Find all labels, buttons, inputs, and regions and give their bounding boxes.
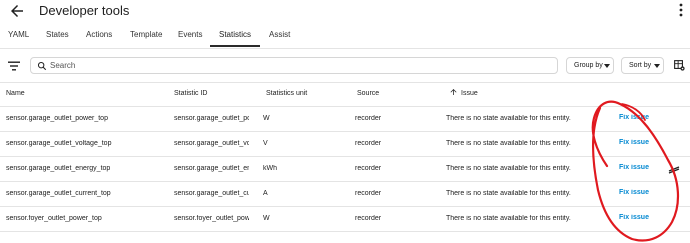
- tab-assist[interactable]: Assist: [269, 30, 290, 39]
- page-title: Developer tools: [39, 3, 130, 18]
- column-header-statistic-id[interactable]: Statistic ID: [174, 90, 207, 97]
- menu-down-icon: [654, 64, 660, 68]
- cell-statistic-id: sensor.garage_outlet_volt...: [174, 140, 249, 147]
- cell-source: recorder: [355, 190, 382, 197]
- divider: [0, 48, 690, 49]
- tab-statistics[interactable]: Statistics: [219, 30, 251, 39]
- fix-issue-button[interactable]: Fix issue: [619, 139, 659, 146]
- arrow-up-icon[interactable]: [449, 87, 458, 97]
- top-app-bar: Developer tools: [0, 0, 690, 24]
- cell-unit: kWh: [263, 165, 277, 172]
- table-cog-icon[interactable]: [674, 60, 685, 71]
- active-tab-indicator: [210, 45, 260, 47]
- search-input[interactable]: [50, 59, 550, 72]
- cell-source: recorder: [355, 215, 382, 222]
- table-row[interactable]: sensor.garage_outlet_voltage_top sensor.…: [0, 132, 690, 157]
- cell-issue: There is no state available for this ent…: [446, 190, 571, 197]
- group-by-dropdown[interactable]: Group by: [566, 57, 614, 74]
- column-header-name[interactable]: Name: [6, 90, 25, 97]
- cell-unit: A: [263, 190, 268, 197]
- cell-name: sensor.foyer_outlet_power_top: [6, 215, 102, 222]
- cell-name: sensor.garage_outlet_current_top: [6, 190, 111, 197]
- table-row[interactable]: sensor.garage_outlet_power_top sensor.ga…: [0, 107, 690, 132]
- sort-by-dropdown[interactable]: Sort by: [621, 57, 664, 74]
- sort-by-label: Sort by: [629, 62, 652, 69]
- cell-issue: There is no state available for this ent…: [446, 115, 571, 122]
- filter-variant-icon[interactable]: [7, 60, 21, 72]
- search-field[interactable]: [30, 57, 558, 74]
- table-header: Name Statistic ID Statistics unit Source…: [0, 83, 690, 107]
- column-header-unit[interactable]: Statistics unit: [266, 90, 307, 97]
- cell-issue: There is no state available for this ent…: [446, 140, 571, 147]
- slash-icon[interactable]: [668, 165, 680, 174]
- cell-name: sensor.garage_outlet_power_top: [6, 115, 108, 122]
- cell-source: recorder: [355, 165, 382, 172]
- cell-statistic-id: sensor.garage_outlet_pow...: [174, 115, 249, 122]
- cell-statistic-id: sensor.foyer_outlet_pow...: [174, 215, 249, 222]
- fix-issue-button[interactable]: Fix issue: [619, 114, 659, 121]
- table-row[interactable]: sensor.foyer_outlet_power_top sensor.foy…: [0, 207, 690, 232]
- cell-unit: V: [263, 140, 268, 147]
- arrow-left-icon[interactable]: [8, 2, 26, 20]
- tab-events[interactable]: Events: [178, 30, 202, 39]
- cell-statistic-id: sensor.garage_outlet_ene...: [174, 165, 249, 172]
- tab-bar: YAML States Actions Template Events Stat…: [0, 24, 690, 48]
- column-header-source[interactable]: Source: [357, 90, 379, 97]
- cell-issue: There is no state available for this ent…: [446, 215, 571, 222]
- menu-down-icon: [604, 64, 610, 68]
- cell-source: recorder: [355, 115, 382, 122]
- cell-unit: W: [263, 115, 270, 122]
- cell-source: recorder: [355, 140, 382, 147]
- fix-issue-button[interactable]: Fix issue: [619, 214, 659, 221]
- cell-issue: There is no state available for this ent…: [446, 165, 571, 172]
- dots-vertical-icon[interactable]: [678, 3, 684, 17]
- tab-actions[interactable]: Actions: [86, 30, 112, 39]
- tab-yaml[interactable]: YAML: [8, 30, 29, 39]
- group-by-label: Group by: [574, 62, 603, 69]
- cell-unit: W: [263, 215, 270, 222]
- cell-name: sensor.garage_outlet_energy_top: [6, 165, 111, 172]
- fix-issue-button[interactable]: Fix issue: [619, 164, 659, 171]
- column-header-issue[interactable]: Issue: [461, 90, 478, 97]
- fix-issue-button[interactable]: Fix issue: [619, 189, 659, 196]
- magnify-icon: [37, 61, 47, 71]
- table-row[interactable]: sensor.garage_outlet_current_top sensor.…: [0, 182, 690, 207]
- tab-states[interactable]: States: [46, 30, 69, 39]
- tab-template[interactable]: Template: [130, 30, 162, 39]
- table-row[interactable]: sensor.garage_outlet_energy_top sensor.g…: [0, 157, 690, 182]
- cell-statistic-id: sensor.garage_outlet_curr...: [174, 190, 249, 197]
- cell-name: sensor.garage_outlet_voltage_top: [6, 140, 112, 147]
